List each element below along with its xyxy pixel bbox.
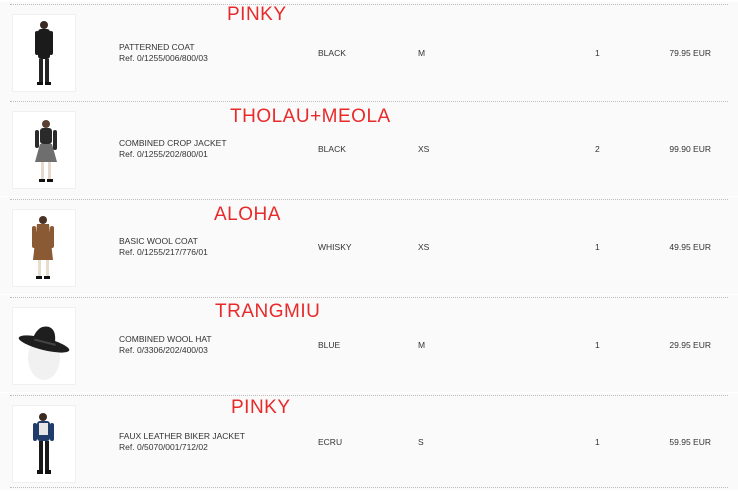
product-name: BASIC WOOL COAT <box>119 236 198 246</box>
product-thumbnail[interactable] <box>12 307 76 385</box>
product-thumbnail[interactable] <box>12 14 76 92</box>
product-size: S <box>418 437 424 447</box>
wool-hat-image <box>18 326 70 380</box>
product-thumbnail[interactable] <box>12 209 76 287</box>
product-quantity: 1 <box>595 242 600 252</box>
order-items-list: PINKY PATTERNED COAT Ref. 0/1255/006/800… <box>0 0 738 493</box>
row-divider <box>10 395 728 396</box>
product-reference: Ref. 0/1255/217/776/01 <box>119 247 208 257</box>
wool-coat-model-image <box>32 216 54 279</box>
customer-annotation: PINKY <box>231 397 291 418</box>
product-name: FAUX LEATHER BIKER JACKET <box>119 431 245 441</box>
order-item-row: THOLAU+MEOLA COMBINED CROP JACKET Ref. 0… <box>0 99 738 196</box>
product-colour: BLACK <box>318 144 346 154</box>
product-price: 29.95 EUR <box>669 340 711 350</box>
product-price: 79.95 EUR <box>669 48 711 58</box>
product-reference: Ref. 0/5070/001/712/02 <box>119 442 208 452</box>
row-divider <box>10 4 728 5</box>
product-quantity: 1 <box>595 48 600 58</box>
crop-jacket-model-image <box>35 120 57 182</box>
product-name: COMBINED WOOL HAT <box>119 334 212 344</box>
customer-annotation: PINKY <box>227 4 287 25</box>
product-price: 59.95 EUR <box>669 437 711 447</box>
product-colour: ECRU <box>318 437 343 447</box>
biker-jacket-model-image <box>33 413 54 474</box>
black-coat-model-image <box>35 21 53 85</box>
product-colour: WHISKY <box>318 242 352 252</box>
product-colour: BLUE <box>318 340 341 350</box>
product-name: COMBINED CROP JACKET <box>119 138 227 148</box>
customer-annotation: THOLAU+MEOLA <box>230 106 391 127</box>
product-size: XS <box>418 242 430 252</box>
customer-annotation: ALOHA <box>214 204 281 225</box>
product-quantity: 2 <box>595 144 600 154</box>
product-colour: BLACK <box>318 48 346 58</box>
product-size: M <box>418 48 426 58</box>
product-thumbnail[interactable] <box>12 405 76 483</box>
order-item-row: PINKY PATTERNED COAT Ref. 0/1255/006/800… <box>0 2 738 99</box>
order-item-row: TRANGMIU COMBINED WOOL HAT Ref. 0/3306/2… <box>0 295 738 392</box>
product-name: PATTERNED COAT <box>119 42 195 52</box>
product-quantity: 1 <box>595 437 600 447</box>
product-quantity: 1 <box>595 340 600 350</box>
product-price: 49.95 EUR <box>669 242 711 252</box>
product-size: XS <box>418 144 430 154</box>
order-item-row: PINKY FAUX LEATHER BIKER JACKET Ref. 0/5… <box>0 393 738 490</box>
row-divider <box>10 487 728 488</box>
row-divider <box>10 199 728 200</box>
customer-annotation: TRANGMIU <box>215 301 321 322</box>
product-size: M <box>418 340 426 350</box>
product-reference: Ref. 0/1255/006/800/03 <box>119 53 208 63</box>
product-reference: Ref. 0/3306/202/400/03 <box>119 345 208 355</box>
product-price: 99.90 EUR <box>669 144 711 154</box>
row-divider <box>10 101 728 102</box>
product-thumbnail[interactable] <box>12 111 76 189</box>
row-divider <box>10 297 728 298</box>
order-item-row: ALOHA BASIC WOOL COAT Ref. 0/1255/217/77… <box>0 197 738 294</box>
product-reference: Ref. 0/1255/202/800/01 <box>119 149 208 159</box>
